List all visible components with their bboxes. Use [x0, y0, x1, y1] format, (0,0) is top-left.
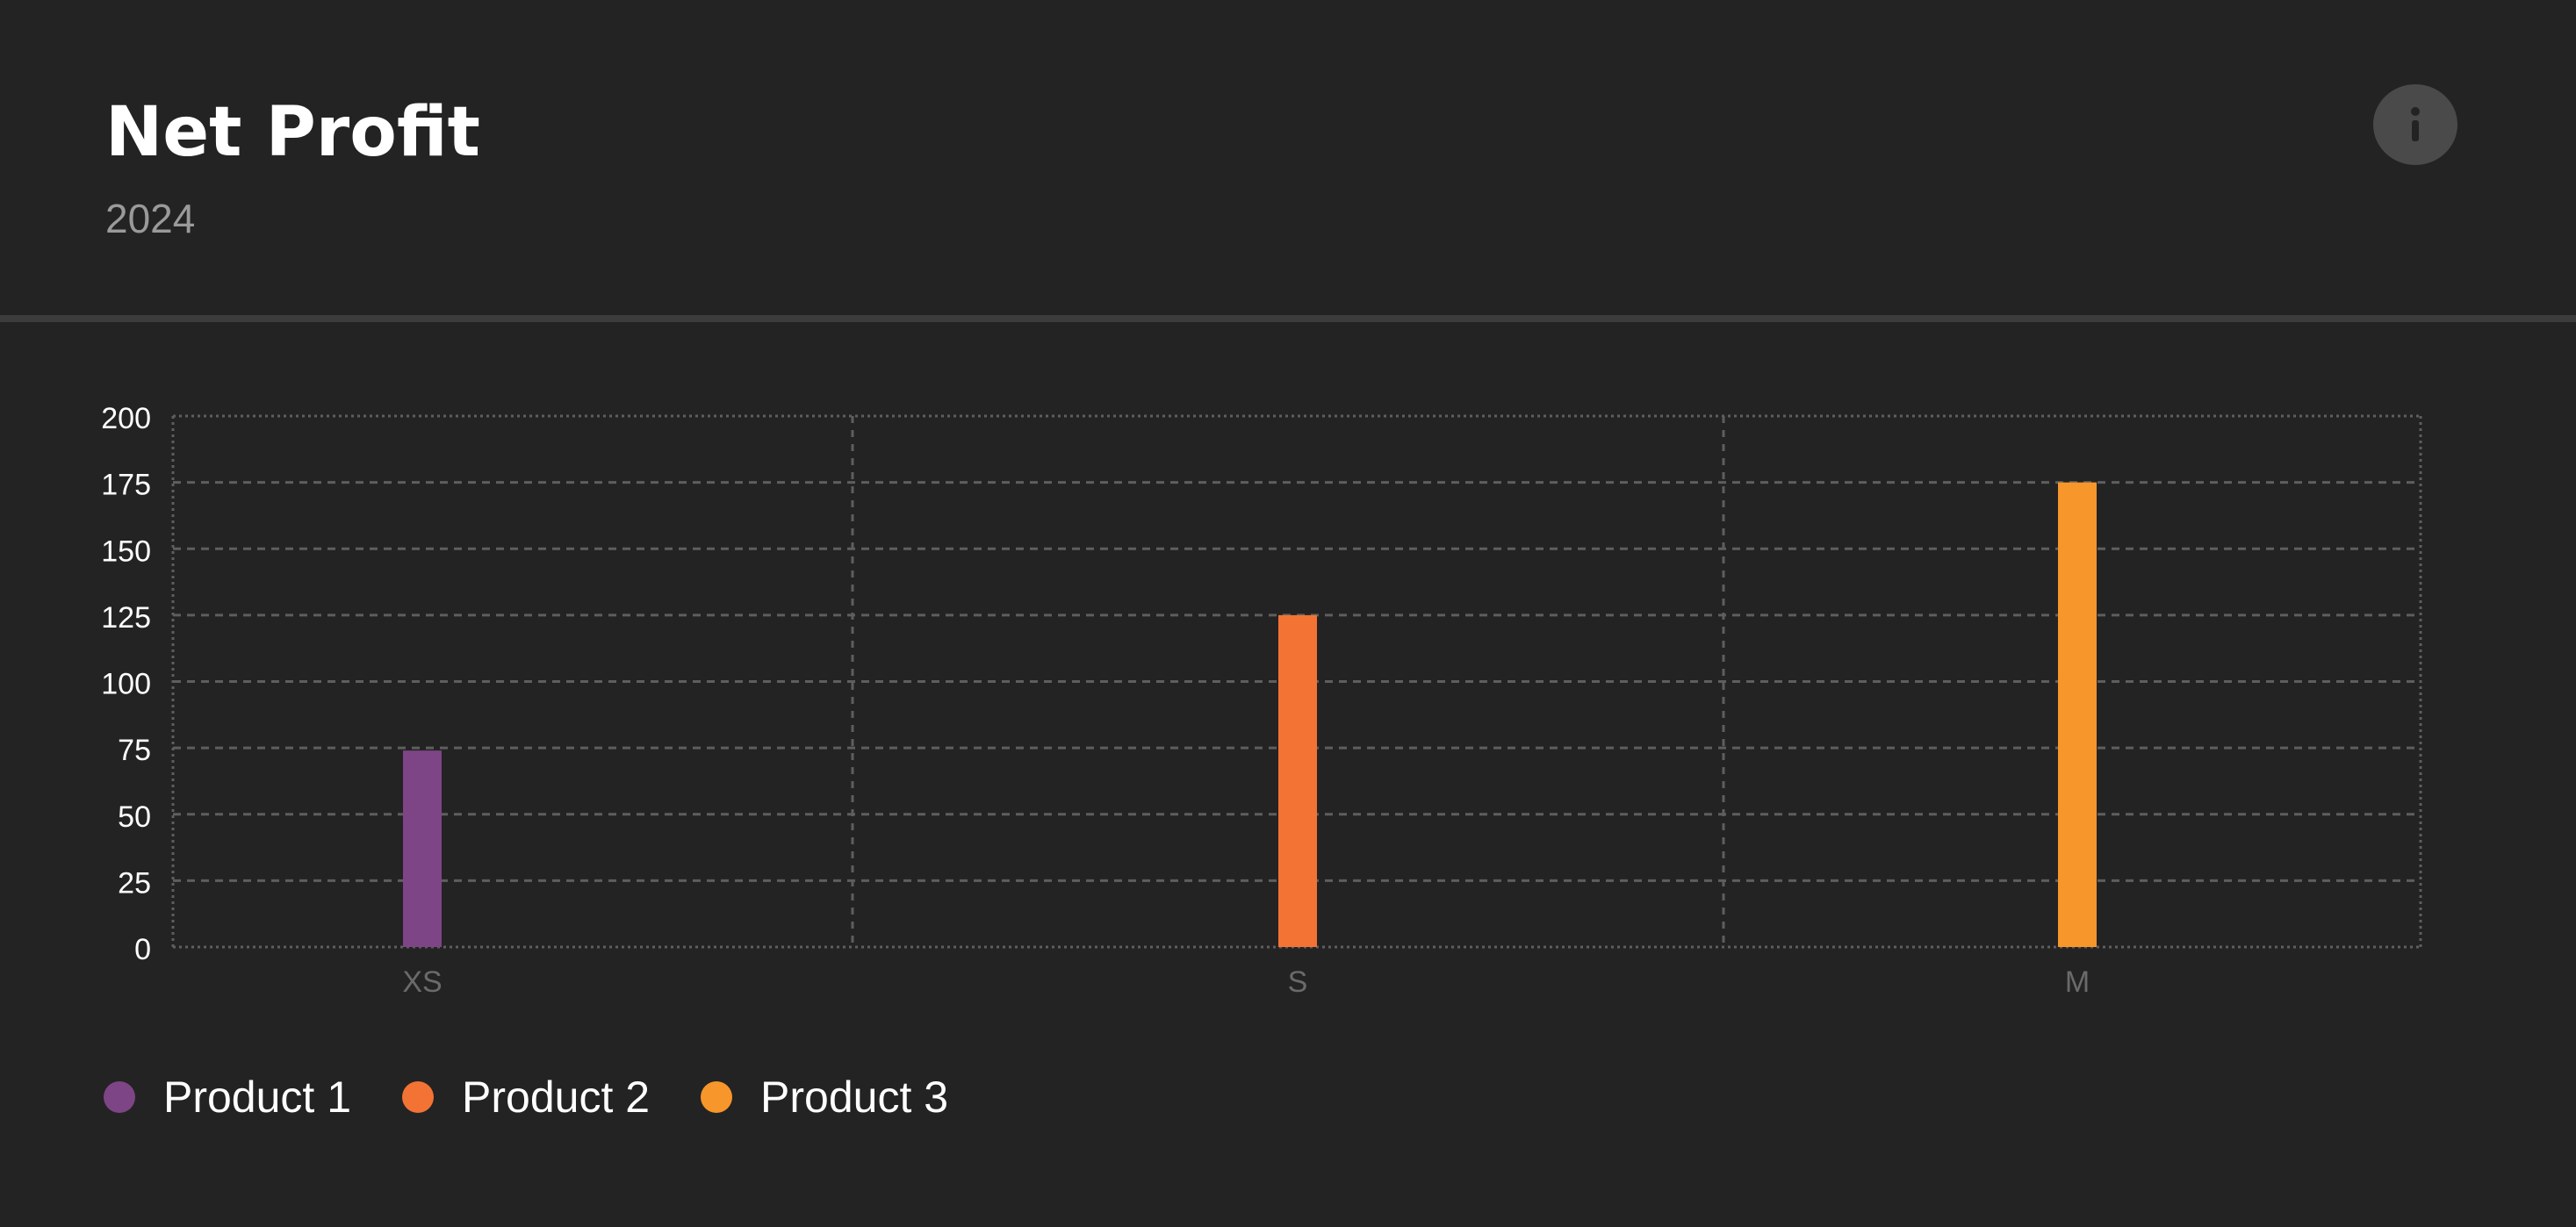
x-tick-label: S [1288, 965, 1308, 999]
y-tick-label: 100 [101, 668, 151, 701]
legend-label: Product 2 [462, 1073, 651, 1122]
bar-product-3 [2058, 482, 2097, 947]
info-button[interactable] [2373, 84, 2457, 165]
legend-item[interactable]: Product 3 [701, 1075, 948, 1119]
legend-label: Product 3 [760, 1073, 949, 1122]
y-tick-label: 50 [118, 800, 151, 834]
legend-dot-icon [701, 1081, 733, 1113]
chart-title: Net Profit [105, 93, 480, 172]
y-tick-label: 0 [134, 933, 151, 966]
legend-dot-icon [104, 1081, 135, 1113]
legend-label: Product 1 [163, 1073, 352, 1122]
x-tick-label: XS [402, 965, 442, 999]
x-tick-label: M [2065, 965, 2090, 999]
y-tick-label: 125 [101, 601, 151, 635]
bar-product-2 [1278, 614, 1317, 947]
y-tick-label: 75 [118, 734, 151, 767]
header-divider [0, 315, 2576, 322]
legend-item[interactable]: Product 1 [104, 1075, 351, 1119]
info-icon [2411, 107, 2420, 141]
chart-subtitle: 2024 [105, 196, 196, 241]
y-tick-label: 25 [118, 866, 151, 900]
chart-area: 0 25 50 75 100 125 150 175 200 XS S M [0, 323, 2576, 1025]
bar-chart: 0 25 50 75 100 125 150 175 200 XS S M [101, 402, 2422, 999]
bar-product-1 [403, 750, 442, 947]
chart-legend: Product 1 Product 2 Product 3 [104, 1062, 999, 1132]
chart-card: Net Profit 2024 0 25 50 75 100 125 150 175 200 XS… [0, 0, 2576, 1227]
chart-header: Net Profit 2024 [0, 0, 2576, 316]
legend-dot-icon [402, 1081, 435, 1113]
y-tick-label: 175 [101, 469, 151, 502]
legend-item[interactable]: Product 2 [402, 1075, 650, 1119]
y-tick-label: 200 [101, 402, 151, 435]
y-tick-label: 150 [101, 535, 151, 568]
